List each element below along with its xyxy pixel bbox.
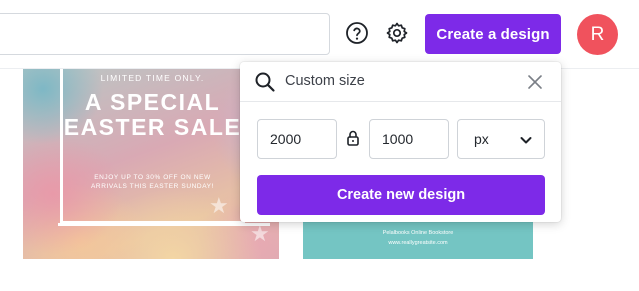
close-icon[interactable]	[525, 72, 545, 92]
thumbnail-frame-bottom	[58, 223, 270, 226]
thumbnail-line: www.reallygreatsite.com	[388, 240, 448, 246]
create-new-design-button[interactable]: Create new design	[257, 175, 545, 215]
custom-size-popover: Custom size 2000 1000 px Create new desi…	[240, 62, 561, 222]
canva-home-screen: LIMITED TIME ONLY. A SPECIAL EASTER SALE…	[0, 0, 639, 291]
width-input[interactable]: 2000	[257, 119, 337, 159]
settings-button[interactable]	[384, 20, 410, 46]
avatar[interactable]: R	[577, 14, 618, 55]
help-button[interactable]	[344, 20, 370, 46]
popover-search-row[interactable]: Custom size	[240, 62, 561, 102]
chevron-down-icon	[520, 137, 532, 144]
design-thumbnail-bookstore[interactable]: Pelalbooks Online Bookstore www.reallygr…	[303, 222, 533, 259]
lock-icon[interactable]	[345, 129, 361, 147]
star-icon: ★	[250, 221, 270, 246]
create-design-button[interactable]: Create a design	[425, 14, 561, 54]
top-header: Create a design R	[0, 0, 639, 69]
search-icon	[255, 72, 275, 92]
gear-icon	[386, 22, 408, 44]
help-circle-icon	[346, 22, 368, 44]
popover-search-input[interactable]: Custom size	[285, 73, 365, 89]
unit-select[interactable]: px	[457, 119, 545, 159]
star-icon: ★	[209, 193, 229, 218]
thumbnail-subtitle: ENJOY UP TO 30% OFF ON NEW ARRIVALS THIS…	[91, 174, 214, 190]
height-input[interactable]: 1000	[369, 119, 449, 159]
unit-value: px	[474, 131, 489, 147]
search-input[interactable]	[0, 13, 330, 55]
thumbnail-title: A SPECIAL EASTER SALE	[63, 89, 242, 140]
thumbnail-line: Pelalbooks Online Bookstore	[382, 230, 454, 236]
thumbnail-eyebrow: LIMITED TIME ONLY.	[100, 73, 205, 83]
